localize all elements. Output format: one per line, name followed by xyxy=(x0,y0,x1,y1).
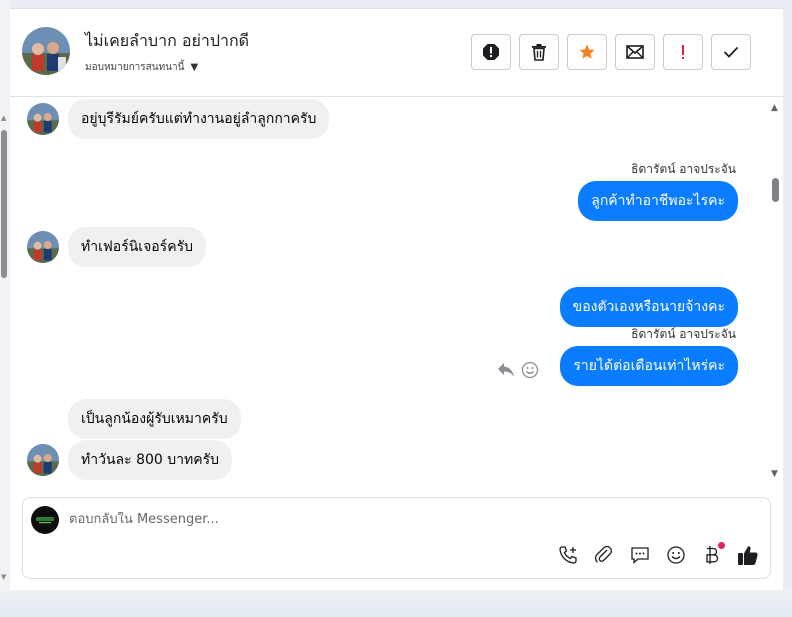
scroll-down-arrow[interactable]: ▼ xyxy=(1,573,6,581)
assign-label: มอบหมายการสนทนานี้ xyxy=(85,62,185,73)
follow-up-icon xyxy=(682,45,684,59)
baht-icon xyxy=(706,546,719,564)
star-button[interactable] xyxy=(567,34,607,70)
contact-avatar-small xyxy=(27,231,59,263)
message-actions xyxy=(497,361,539,379)
delete-button[interactable] xyxy=(519,34,559,70)
message-bubble-incoming[interactable]: เป็นลูกน้องผู้รับเหมาครับ xyxy=(68,399,241,439)
message-bubble-incoming[interactable]: อยู่บุรีรัมย์ครับแต่ทำงานอยู่ลำลูกกาครับ xyxy=(68,99,330,139)
message-row-incoming: เป็นลูกน้องผู้รับเหมาครับ xyxy=(27,399,241,439)
message-bubble-incoming[interactable]: ทำเฟอร์นิเจอร์ครับ xyxy=(68,227,206,267)
assign-conversation-dropdown[interactable]: มอบหมายการสนทนานี้ ▼ xyxy=(85,60,198,75)
mark-spam-button[interactable] xyxy=(471,34,511,70)
spam-icon xyxy=(483,44,499,60)
phone-plus-icon xyxy=(559,546,577,564)
star-icon xyxy=(579,44,595,59)
reply-composer xyxy=(22,497,771,579)
page-avatar xyxy=(31,506,59,534)
caret-down-icon: ▼ xyxy=(190,62,199,73)
message-row-incoming: อยู่บุรีรัมย์ครับแต่ทำงานอยู่ลำลูกกาครับ xyxy=(27,99,330,139)
saved-replies-button[interactable] xyxy=(629,544,651,566)
message-row-incoming: ทำเฟอร์นิเจอร์ครับ xyxy=(27,227,206,267)
mark-unread-button[interactable] xyxy=(615,34,655,70)
composer-tools xyxy=(557,542,759,566)
scrollbar-thumb[interactable] xyxy=(1,130,7,278)
sender-name: ธิดารัตน์ อาจประจัน xyxy=(631,327,736,341)
message-row-incoming: ทำวันละ 800 บาทครับ xyxy=(27,440,232,480)
call-add-button[interactable] xyxy=(557,544,579,566)
payment-button[interactable] xyxy=(701,542,725,566)
like-button[interactable] xyxy=(737,544,759,566)
contact-avatar-small xyxy=(27,444,59,476)
message-bubble-outgoing[interactable]: รายได้ต่อเดือนเท่าไหร่คะ xyxy=(560,346,738,386)
scroll-up-arrow[interactable]: ▲ xyxy=(771,103,778,113)
message-bubble-outgoing[interactable]: ลูกค้าทำอาชีพอะไรคะ xyxy=(578,181,738,221)
contact-name[interactable]: ไม่เคยลำบาก อย่าปากดี xyxy=(85,29,249,54)
header-actions xyxy=(471,34,751,70)
mark-done-button[interactable] xyxy=(711,34,751,70)
page-footer-band xyxy=(0,590,792,617)
conversation-panel: ไม่เคยลำบาก อย่าปากดี มอบหมายการสนทนานี้… xyxy=(10,8,783,590)
reply-icon[interactable] xyxy=(497,362,515,378)
scroll-up-arrow[interactable]: ▲ xyxy=(1,114,6,122)
message-list[interactable]: อยู่บุรีรัมย์ครับแต่ทำงานอยู่ลำลูกกาครับ… xyxy=(10,97,783,497)
contact-avatar-small xyxy=(27,103,59,135)
contact-avatar[interactable] xyxy=(22,27,70,75)
follow-up-button[interactable] xyxy=(663,34,703,70)
smiley-icon xyxy=(667,546,685,564)
chat-bubble-icon xyxy=(631,547,649,564)
check-icon xyxy=(723,46,739,58)
message-bubble-incoming[interactable]: ทำวันละ 800 บาทครับ xyxy=(68,440,232,480)
paperclip-icon xyxy=(594,545,612,563)
notification-dot xyxy=(718,542,725,549)
window-edge xyxy=(783,0,792,617)
mail-icon xyxy=(626,45,644,59)
emoji-button[interactable] xyxy=(665,544,687,566)
sender-name: ธิดารัตน์ อาจประจัน xyxy=(631,162,736,176)
scroll-down-arrow[interactable]: ▼ xyxy=(771,469,778,479)
scrollbar-thumb[interactable] xyxy=(772,178,779,202)
trash-icon xyxy=(532,44,546,61)
left-scrollbar[interactable]: ▲ ▼ xyxy=(0,0,10,590)
message-bubble-outgoing[interactable]: ของตัวเองหรือนายจ้างคะ xyxy=(559,287,738,327)
message-scrollbar[interactable]: ▲ ▼ xyxy=(770,97,782,497)
conversation-header: ไม่เคยลำบาก อย่าปากดี มอบหมายการสนทนานี้… xyxy=(10,9,783,97)
emoji-react-icon[interactable] xyxy=(521,361,539,379)
thumbs-up-icon xyxy=(738,546,758,565)
reply-input[interactable] xyxy=(69,512,669,527)
attach-button[interactable] xyxy=(593,544,615,566)
